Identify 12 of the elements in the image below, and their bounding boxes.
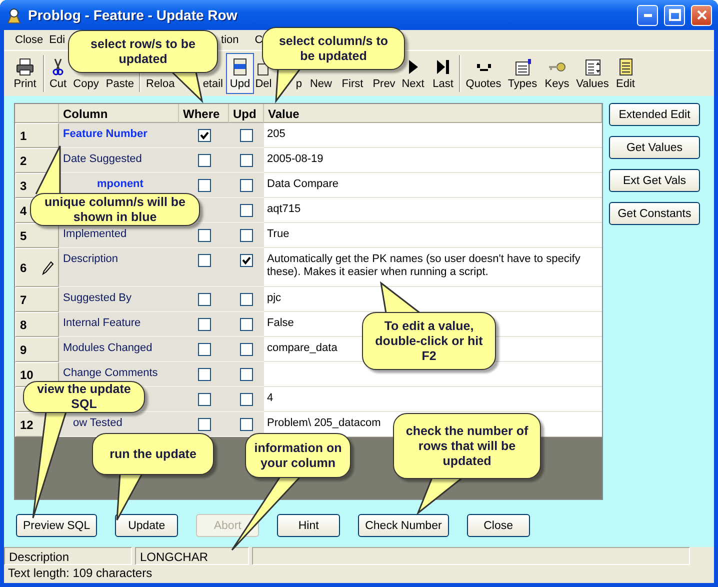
callout-tooltip: information on your column xyxy=(245,433,351,478)
status-panel: Description xyxy=(4,547,132,565)
column-name-cell: Date Suggested xyxy=(59,148,179,173)
column-name-cell: Internal Feature xyxy=(59,312,179,337)
column-name-cell: Suggested By xyxy=(59,287,179,312)
window-title: Problog - Feature - Update Row xyxy=(28,7,238,23)
column-name-cell: Modules Changed xyxy=(59,337,179,362)
status-panel: LONGCHAR xyxy=(135,547,249,565)
callout-tooltip: view the update SQL xyxy=(23,381,145,413)
column-name-cell: Feature Number xyxy=(59,123,179,148)
status-text: Text length: 109 characters xyxy=(7,565,154,581)
column-name-cell: Description xyxy=(59,248,179,287)
